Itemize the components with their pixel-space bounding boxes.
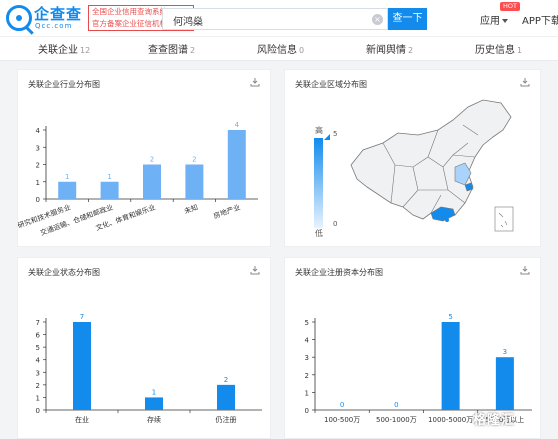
bar [58,181,77,199]
data-label: 1 [107,173,111,181]
tab-label: 查查图谱 [148,45,188,56]
y-tick-label: 3 [36,369,40,377]
data-label: 2 [192,156,196,164]
legend-high-label: 高 [315,126,323,135]
data-label: 0 [340,401,344,409]
search-value: 何鸿燊 [173,17,203,28]
app-download-link[interactable]: APP下载 [522,12,558,27]
x-tick-label: 1000-5000万 [428,416,473,424]
brand-domain: Qcc.com [35,22,73,30]
tab-label: 历史信息 [475,45,515,56]
legend-min-label: 0 [333,220,338,228]
x-tick-label: 未知 [183,202,199,215]
y-tick-label: 2 [36,382,40,390]
data-label: 5 [448,313,452,321]
x-tick-label: 交通运输、仓储和邮政业 [39,202,114,237]
page: 企查查 Qcc.com 全国企业信用查询系统 官方备案企业征信机构 何鸿燊 × … [0,0,558,439]
y-tick-label: 2 [36,162,40,170]
x-tick-label: 在业 [75,415,89,424]
data-label: 3 [503,348,507,356]
tab-count: 1 [517,46,523,55]
y-tick-label: 3 [305,354,309,362]
brand-name[interactable]: 企查查 [34,3,82,24]
data-label: 1 [152,388,156,396]
data-label: 4 [235,121,240,129]
y-tick-label: 6 [36,332,41,340]
data-label: 1 [65,173,69,181]
top-header: 企查查 Qcc.com 全国企业信用查询系统 官方备案企业征信机构 何鸿燊 × … [0,0,558,36]
legend-low-label: 低 [315,229,323,238]
y-tick-label: 0 [36,196,40,204]
tab-bar: 关联企业 12 查查图谱 2 风险信息 0 新闻舆情 2 历史信息 1 [0,36,558,61]
industry-bar-chart: 012341科学研究和技术服务业1交通运输、仓储和邮政业2文化、体育和娱乐业2未… [18,121,258,237]
bar [73,322,91,410]
tab-risk[interactable]: 风险信息 0 [257,41,304,56]
y-tick-label: 2 [305,372,309,380]
map-region-hongkong [445,218,449,222]
tab-count: 2 [408,46,414,55]
y-tick-label: 5 [305,319,309,327]
bar [143,164,161,199]
tab-count: 12 [80,46,91,55]
y-tick-label: 4 [305,337,310,345]
bar [100,181,119,199]
tab-label: 关联企业 [38,45,78,56]
clear-icon[interactable]: × [372,14,383,25]
apps-label: 应用 [480,16,500,27]
tab-history[interactable]: 历史信息 1 [475,41,522,56]
china-map[interactable] [343,95,533,235]
download-icon[interactable] [520,77,530,87]
chevron-down-icon [502,19,508,23]
data-label: 2 [224,376,228,384]
panel-title: 关联企业区域分布图 [295,80,367,89]
y-tick-label: 3 [36,144,40,152]
tab-count: 2 [190,46,196,55]
tab-news[interactable]: 新闻舆情 2 [366,41,413,56]
apps-menu[interactable]: 应用 [480,12,508,27]
legend-max-label: 5 [333,130,338,138]
y-tick-label: 0 [36,407,40,415]
bar [441,322,460,410]
data-label: 0 [394,401,398,409]
south-china-sea-inset [494,206,514,232]
qcc-logo-icon[interactable] [6,5,32,31]
data-label: 2 [150,156,154,164]
bar [145,397,163,410]
legend-color-bar[interactable] [314,138,323,228]
x-tick-label: 房地产业 [212,202,241,220]
hot-badge: HOT [500,2,520,11]
legend-slider-icon[interactable] [324,134,330,140]
tab-label: 风险信息 [257,45,297,56]
x-tick-label: 500-1000万 [376,416,417,424]
y-tick-label: 4 [36,357,41,365]
region-map-panel: 关联企业区域分布图 高 5 0 低 [284,69,541,247]
y-tick-label: 0 [305,407,309,415]
tab-count: 0 [299,46,305,55]
search-input[interactable]: 何鸿燊 × [162,8,388,30]
y-tick-label: 7 [36,319,40,327]
y-tick-label: 4 [36,127,41,135]
tab-related-companies[interactable]: 关联企业 12 [38,41,90,56]
y-tick-label: 1 [305,389,309,397]
bar [495,357,514,410]
data-label: 7 [80,313,84,321]
status-chart-panel: 关联企业状态分布图 0 1 2 3 4 5 6 7 7 在业 1 存续 2 仍注册 [17,257,271,439]
bar [227,130,246,199]
y-tick-label: 5 [36,344,40,352]
bar [217,384,235,410]
tab-graph[interactable]: 查查图谱 2 [148,41,195,56]
bar [185,164,204,199]
search-button[interactable]: 查一下 [388,8,427,30]
y-tick-label: 1 [36,394,40,402]
china-map-outline [350,99,512,221]
x-tick-label: 仍注册 [216,415,237,424]
y-tick-label: 1 [36,179,40,187]
watermark: 格隆汇 [473,413,516,428]
industry-chart-panel: 关联企业行业分布图 0 1 2 3 4 1 科学研究和技术服务业 1 交通运输、仓储和邮政业 2 文… [17,69,271,247]
tab-label: 新闻舆情 [366,45,406,56]
status-bar-chart: 0 1 2 3 4 5 6 7 7 在业 1 存续 2 仍注册 [36,313,262,424]
x-tick-label: 存续 [147,415,161,424]
x-tick-label: 100-500万 [324,416,360,424]
